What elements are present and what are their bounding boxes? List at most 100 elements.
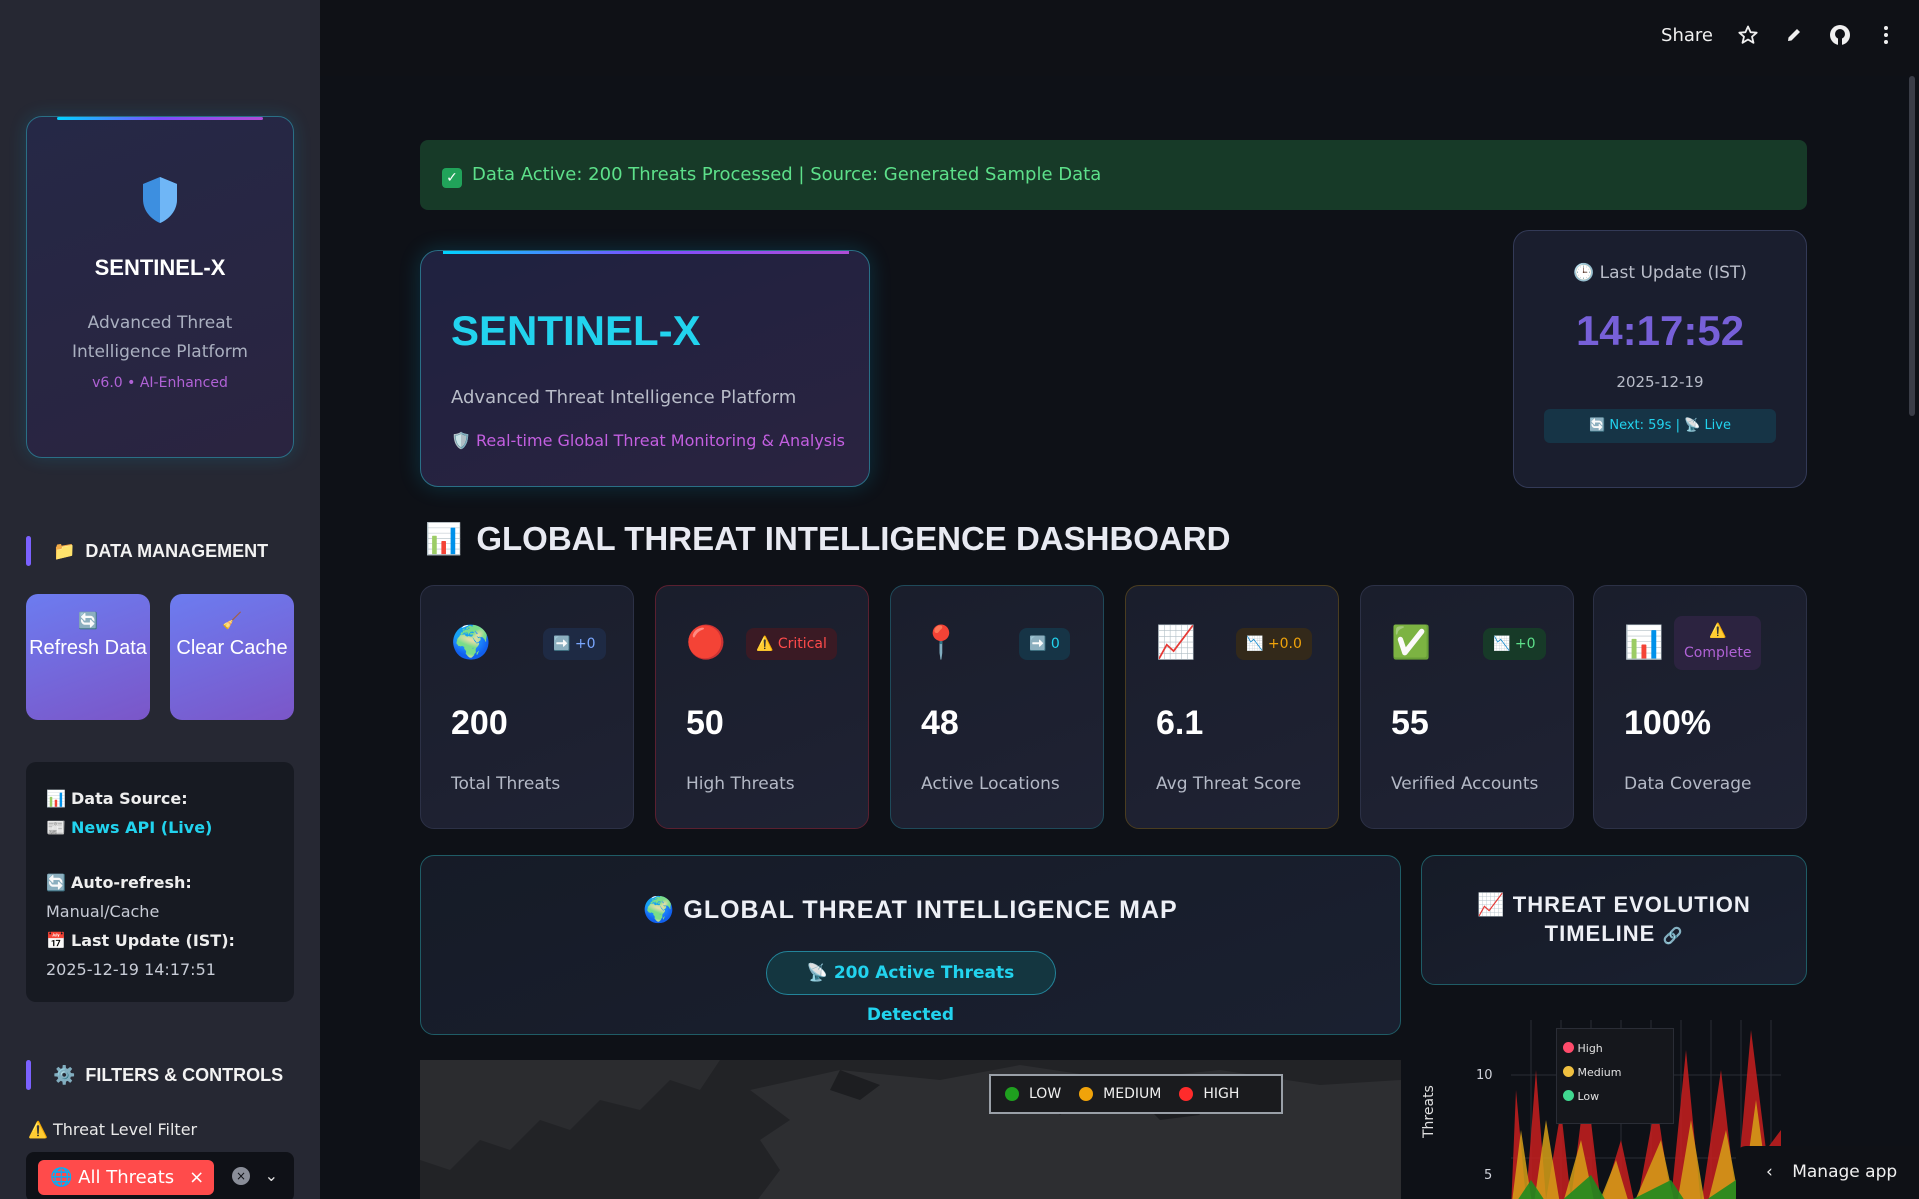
share-button[interactable]: Share — [1661, 25, 1713, 46]
gear-icon: ⚙️ — [53, 1064, 76, 1085]
clear-cache-button[interactable]: 🧹 Clear Cache — [170, 594, 294, 720]
sidebar-brand-title: SENTINEL-X — [94, 255, 226, 280]
hero-card: SENTINEL-X Advanced Threat Intelligence … — [420, 250, 870, 487]
high-dot — [1563, 1042, 1574, 1053]
star-icon[interactable] — [1737, 24, 1759, 46]
y-axis-label: Threats — [1421, 1085, 1437, 1138]
refresh-data-button[interactable]: 🔄 Refresh Data — [26, 594, 150, 720]
sidebar-brand-subtitle: Advanced Threat Intelligence Platform — [71, 313, 248, 362]
medium-dot — [1079, 1087, 1094, 1101]
clock-label-text: Last Update (IST) — [1599, 263, 1747, 283]
high-dot — [1179, 1087, 1194, 1101]
shield-icon — [139, 175, 181, 229]
scrollbar[interactable] — [1909, 76, 1915, 416]
y-tick-10: 10 — [1476, 1068, 1493, 1083]
sidebar: SENTINEL-X Advanced Threat Intelligence … — [0, 0, 320, 1199]
data-source-label: Data Source: — [71, 789, 188, 808]
map-legend: LOW MEDIUM HIGH — [989, 1074, 1283, 1114]
metric-badge: ⚠️ Complete — [1674, 616, 1762, 670]
chevron-down-icon[interactable]: ⌄ — [265, 1166, 278, 1185]
metric-badge-text: +0.0 — [1267, 636, 1302, 652]
data-source-value: News API (Live) — [71, 818, 213, 837]
broom-icon: 🧹 — [222, 613, 242, 630]
shield-small-icon: 🛡️ — [451, 431, 471, 450]
y-tick-5: 5 — [1484, 1168, 1493, 1183]
edit-icon[interactable] — [1783, 24, 1805, 46]
timeline-title: 📈 THREAT EVOLUTION TIMELINE 🔗 — [1422, 890, 1806, 951]
metric-badge: ➡️ +0 — [543, 628, 606, 660]
legend-high: HIGH — [1203, 1086, 1240, 1102]
metric-badge: 📉 +0.0 — [1236, 628, 1312, 660]
last-update-value: 2025-12-19 14:17:51 — [46, 960, 216, 979]
hero-tagline: 🛡️ Real-time Global Threat Monitoring & … — [451, 431, 845, 450]
legend-low: LOW — [1029, 1086, 1062, 1102]
metric-label: Data Coverage — [1624, 774, 1752, 794]
refresh-data-label: Refresh Data — [29, 637, 147, 659]
metric-badge: ⚠️ Critical — [746, 628, 837, 660]
metric-label: High Threats — [686, 774, 795, 794]
selected-chip-label: All Threats — [78, 1167, 175, 1188]
metric-badge-text: Critical — [777, 636, 827, 652]
threat-level-filter-label: ⚠️ Threat Level Filter — [28, 1120, 197, 1139]
check-icon: ✓ — [442, 168, 462, 188]
satellite-icon: 📡 — [806, 963, 828, 983]
hero-title: SENTINEL-X — [451, 307, 701, 354]
metric-badge: 📉 +0 — [1483, 628, 1546, 660]
metric-badge-text: +0 — [574, 636, 596, 652]
clock-time: 14:17:52 — [1575, 307, 1745, 354]
hero-tagline-text: Real-time Global Threat Monitoring & Ana… — [476, 431, 845, 450]
metric-value: 48 — [921, 704, 959, 742]
sidebar-brand-version: v6.0 • AI-Enhanced — [92, 375, 228, 391]
filters-heading: ⚙️ FILTERS & CONTROLS — [26, 1060, 283, 1090]
clock-date: 2025-12-19 — [1616, 373, 1704, 391]
filters-label: FILTERS & CONTROLS — [85, 1064, 284, 1085]
brand-accent-line — [57, 117, 263, 120]
dashboard-title-text: GLOBAL THREAT INTELLIGENCE DASHBOARD — [476, 520, 1231, 557]
clock-label: 🕒 Last Update (IST) — [1514, 263, 1806, 283]
live-text: Live — [1704, 418, 1731, 433]
map-title: 🌍 GLOBAL THREAT INTELLIGENCE MAP — [421, 896, 1400, 925]
globe-icon: 🌍 — [643, 896, 676, 924]
heading-accent-bar — [26, 1060, 31, 1090]
bar-chart-icon: 📊 — [1624, 623, 1664, 661]
github-icon[interactable] — [1829, 24, 1851, 46]
threat-level-multiselect[interactable]: 🌐 All Threats × × ⌄ — [26, 1152, 294, 1199]
map-title-text: GLOBAL THREAT INTELLIGENCE MAP — [683, 896, 1178, 924]
data-management-heading: 📁 DATA MANAGEMENT — [26, 536, 268, 566]
sidebar-brand-card: SENTINEL-X Advanced Threat Intelligence … — [26, 116, 294, 458]
pin-icon: 📍 — [921, 623, 961, 661]
selected-chip[interactable]: 🌐 All Threats × — [38, 1160, 215, 1195]
heading-accent-bar — [26, 536, 31, 566]
globe-small-icon: 🌐 — [50, 1167, 73, 1188]
bar-chart-icon: 📊 — [425, 522, 463, 556]
metric-card-data-coverage: 📊 ⚠️ Complete 100% Data Coverage — [1593, 585, 1807, 829]
metric-label: Avg Threat Score — [1156, 774, 1302, 794]
map-section-header: 🌍 GLOBAL THREAT INTELLIGENCE MAP 📡 200 A… — [420, 855, 1401, 1035]
metric-badge-text: 0 — [1050, 636, 1060, 652]
hero-accent-line — [443, 251, 849, 254]
topbar: Share — [320, 0, 1919, 76]
globe-icon: 🌍 — [451, 623, 491, 661]
clear-selection-icon[interactable]: × — [232, 1167, 250, 1185]
autorefresh-label: Auto-refresh: — [71, 873, 192, 892]
status-bar: ✓ Data Active: 200 Threats Processed | So… — [420, 140, 1807, 210]
satellite-icon: 📡 — [1684, 418, 1701, 433]
metric-card-total-threats: 🌍 ➡️ +0 200 Total Threats — [420, 585, 634, 829]
metric-value: 100% — [1624, 704, 1711, 742]
dashboard-title: 📊 GLOBAL THREAT INTELLIGENCE DASHBOARD — [425, 520, 1230, 558]
threat-level-filter-text: Threat Level Filter — [53, 1120, 198, 1139]
manage-app-button[interactable]: ‹ Manage app — [1736, 1146, 1919, 1199]
calendar-icon: 📅 — [46, 931, 66, 950]
metric-value: 50 — [686, 704, 724, 742]
metric-card-avg-threat-score: 📈 📉 +0.0 6.1 Avg Threat Score — [1125, 585, 1339, 829]
warning-icon: ⚠️ — [28, 1120, 48, 1139]
last-update-label: Last Update (IST): — [71, 931, 235, 950]
chip-remove-icon[interactable]: × — [189, 1160, 204, 1195]
link-icon[interactable]: 🔗 — [1662, 928, 1683, 945]
more-options-icon[interactable] — [1875, 24, 1897, 46]
metric-value: 6.1 — [1156, 704, 1204, 742]
metric-value: 200 — [451, 704, 508, 742]
timeline-legend-medium: Medium — [1577, 1066, 1622, 1079]
autorefresh-value: Manual/Cache — [46, 902, 160, 921]
metric-value: 55 — [1391, 704, 1429, 742]
